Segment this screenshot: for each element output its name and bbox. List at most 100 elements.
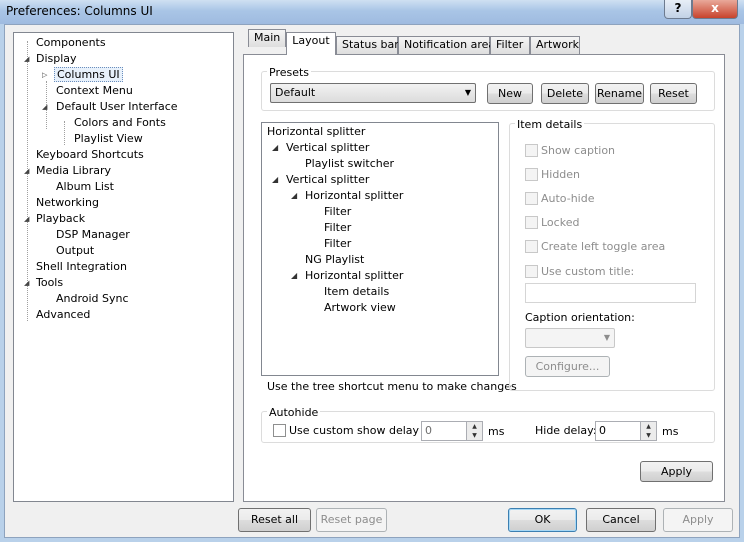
preset-reset-button[interactable]: Reset <box>650 83 697 104</box>
tab-layout[interactable]: Layout <box>286 32 336 55</box>
layout-node[interactable]: Filter <box>324 204 351 220</box>
locked-checkbox[interactable] <box>525 216 538 229</box>
tree-item-output[interactable]: Output <box>38 243 96 259</box>
custom-title-input[interactable] <box>525 283 696 303</box>
tree-item-album-list[interactable]: Album List <box>38 179 116 195</box>
expanded-arrow-icon[interactable]: ◢ <box>24 163 33 179</box>
show-caption-checkbox[interactable] <box>525 144 538 157</box>
preset-new-button[interactable]: New <box>487 83 533 104</box>
caption-orientation-label: Caption orientation: <box>525 311 635 324</box>
autohide-title: Autohide <box>267 405 321 421</box>
layout-node[interactable]: Item details <box>324 284 389 300</box>
chevron-down-icon: ▼ <box>464 88 471 97</box>
layout-node[interactable]: Artwork view <box>324 300 396 316</box>
chevron-down-icon: ▼ <box>603 333 610 342</box>
layout-node[interactable]: Filter <box>324 220 351 236</box>
item-details-title: Item details <box>515 117 585 133</box>
tree-hint-text: Use the tree shortcut menu to make chang… <box>267 380 517 393</box>
tree-item-advanced[interactable]: Advanced <box>18 307 92 323</box>
tree-item-playback[interactable]: ◢ Playback <box>18 211 87 227</box>
expanded-arrow-icon[interactable]: ◢ <box>291 268 297 284</box>
spin-down-icon[interactable]: ▼ <box>641 431 656 440</box>
hide-delay-input[interactable]: 0 <box>595 421 641 441</box>
dialog-body: Components ◢ Display ▷ Columns UI Contex… <box>4 24 740 538</box>
use-custom-show-delay-checkbox[interactable] <box>273 424 286 437</box>
show-delay-input[interactable]: 0 <box>421 421 467 441</box>
show-caption-label: Show caption <box>541 144 616 157</box>
layout-node[interactable]: Vertical splitter <box>286 140 369 156</box>
show-delay-spinner[interactable]: ▲ ▼ <box>466 421 483 441</box>
collapsed-arrow-icon[interactable]: ▷ <box>42 67 51 83</box>
tree-item-colors-and-fonts[interactable]: Colors and Fonts <box>58 115 168 131</box>
reset-page-button[interactable]: Reset page <box>316 508 387 532</box>
configure-button[interactable]: Configure... <box>525 356 610 377</box>
footer-apply-button[interactable]: Apply <box>663 508 733 532</box>
tree-item-context-menu[interactable]: Context Menu <box>38 83 135 99</box>
layout-node[interactable]: Horizontal splitter <box>267 124 365 140</box>
preferences-tree[interactable]: Components ◢ Display ▷ Columns UI Contex… <box>13 32 234 502</box>
expanded-arrow-icon[interactable]: ◢ <box>272 140 278 156</box>
create-left-toggle-label: Create left toggle area <box>541 240 666 253</box>
tab-filter[interactable]: Filter <box>490 36 530 54</box>
preset-select-value: Default <box>275 86 316 99</box>
expanded-arrow-icon[interactable]: ◢ <box>24 275 33 291</box>
tree-item-keyboard-shortcuts[interactable]: Keyboard Shortcuts <box>18 147 146 163</box>
tree-item-playlist-view[interactable]: Playlist View <box>58 131 145 147</box>
layout-node[interactable]: NG Playlist <box>305 252 364 268</box>
layout-node[interactable]: Filter <box>324 236 351 252</box>
layout-node[interactable]: Horizontal splitter <box>305 188 403 204</box>
preset-rename-button[interactable]: Rename <box>595 83 644 104</box>
layout-tree[interactable]: Horizontal splitter ◢ Vertical splitter … <box>261 122 499 376</box>
caption-orientation-select[interactable]: ▼ <box>525 328 615 348</box>
presets-title: Presets <box>267 65 312 81</box>
tree-item-shell-integration[interactable]: Shell Integration <box>18 259 129 275</box>
use-custom-show-delay-label: Use custom show delay of <box>289 424 434 437</box>
tab-artwork[interactable]: Artwork <box>530 36 580 54</box>
title-bar: Preferences: Columns UI ? x <box>0 0 744 24</box>
spin-down-icon[interactable]: ▼ <box>467 431 482 440</box>
layout-node[interactable]: Playlist switcher <box>305 156 394 172</box>
item-details-group <box>509 123 715 391</box>
spin-up-icon[interactable]: ▲ <box>641 422 656 431</box>
hidden-checkbox[interactable] <box>525 168 538 181</box>
use-custom-title-checkbox[interactable] <box>525 265 538 278</box>
tab-status-bar[interactable]: Status bar <box>336 36 399 54</box>
spin-up-icon[interactable]: ▲ <box>467 422 482 431</box>
ok-button[interactable]: OK <box>508 508 577 532</box>
use-custom-title-label: Use custom title: <box>541 265 635 278</box>
tree-item-tools[interactable]: ◢ Tools <box>18 275 65 291</box>
expanded-arrow-icon[interactable]: ◢ <box>291 188 297 204</box>
tree-item-columns-ui[interactable]: ▷ Columns UI <box>38 67 123 83</box>
auto-hide-label: Auto-hide <box>541 192 595 205</box>
expanded-arrow-icon[interactable]: ◢ <box>272 172 278 188</box>
tree-item-components[interactable]: Components <box>18 35 108 51</box>
preset-select[interactable]: Default ▼ <box>270 83 476 103</box>
tree-item-display[interactable]: ◢ Display <box>18 51 79 67</box>
preset-delete-button[interactable]: Delete <box>541 83 589 104</box>
tab-main[interactable]: Main <box>248 29 286 47</box>
tree-item-dsp-manager[interactable]: DSP Manager <box>38 227 132 243</box>
help-button[interactable]: ? <box>664 0 692 19</box>
reset-all-button[interactable]: Reset all <box>238 508 311 532</box>
expanded-arrow-icon[interactable]: ◢ <box>42 99 51 115</box>
show-delay-unit: ms <box>488 425 505 438</box>
expanded-arrow-icon[interactable]: ◢ <box>24 51 33 67</box>
auto-hide-checkbox[interactable] <box>525 192 538 205</box>
hide-delay-spinner[interactable]: ▲ ▼ <box>640 421 657 441</box>
create-left-toggle-checkbox[interactable] <box>525 240 538 253</box>
layout-node[interactable]: Horizontal splitter <box>305 268 403 284</box>
locked-label: Locked <box>541 216 580 229</box>
tree-item-networking[interactable]: Networking <box>18 195 101 211</box>
expanded-arrow-icon[interactable]: ◢ <box>24 211 33 227</box>
tree-item-android-sync[interactable]: Android Sync <box>38 291 131 307</box>
tab-notification-area[interactable]: Notification area <box>398 36 495 54</box>
window-title: Preferences: Columns UI <box>6 4 153 18</box>
tab-apply-button[interactable]: Apply <box>640 461 713 482</box>
close-button[interactable]: x <box>692 0 738 19</box>
cancel-button[interactable]: Cancel <box>586 508 656 532</box>
tree-item-media-library[interactable]: ◢ Media Library <box>18 163 113 179</box>
hide-delay-label: Hide delay: <box>535 424 597 437</box>
hidden-label: Hidden <box>541 168 581 181</box>
tree-item-default-user-interface[interactable]: ◢ Default User Interface <box>38 99 180 115</box>
layout-node[interactable]: Vertical splitter <box>286 172 369 188</box>
